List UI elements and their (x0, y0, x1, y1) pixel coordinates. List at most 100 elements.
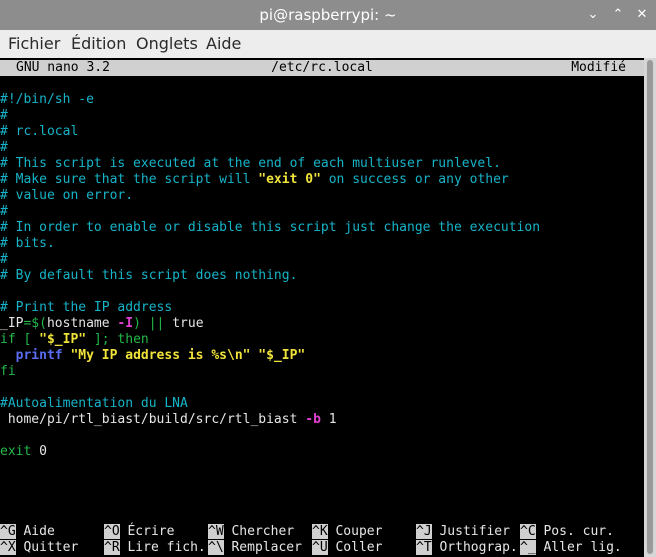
nano-header: GNU nano 3.2 /etc/rc.local Modifié (0, 60, 644, 76)
shortcut-item: ^U Coller (312, 540, 382, 556)
shortcut-item: ^X Quitter (0, 540, 78, 556)
code-token: _IP (0, 316, 24, 331)
code-token: true (172, 316, 204, 331)
nano-status: Modifié (571, 60, 626, 75)
text-cursor: / (0, 412, 8, 427)
code-token: then (117, 332, 149, 347)
code-token: ]; (86, 332, 118, 347)
code-token: home/pi/rtl_biast/build/src/rtl_biast (7, 412, 306, 427)
code-line: #!/bin/sh -e (0, 92, 94, 108)
shortcut-label: Orthograp. (431, 540, 518, 555)
shortcut-item: ^R Lire fich. (104, 540, 206, 556)
code-token: # By default this script does nothing. (0, 268, 298, 283)
code-token: fi (0, 364, 16, 379)
shortcut-key: ^C (520, 524, 536, 539)
code-token: printf (15, 348, 63, 363)
code-token: -b (305, 412, 321, 427)
menu-onglets[interactable]: Onglets (136, 30, 198, 58)
code-token: "$_IP" (39, 332, 87, 347)
code-line: # (0, 140, 8, 156)
shortcut-item: ^C Pos. cur. (520, 524, 614, 540)
shortcut-label: Écrire (119, 524, 175, 539)
code-token: 0 (31, 444, 47, 459)
code-token: "My IP address is %s\n" (70, 348, 251, 363)
shortcut-label: Coller (327, 540, 383, 555)
shortcut-item: ^K Couper (312, 524, 382, 540)
shortcut-key: ^O (104, 524, 120, 539)
nano-filename: /etc/rc.local (271, 60, 373, 75)
title-bar[interactable]: pi@raspberrypi: ~ ⌄ ⌃ ✕ (0, 0, 656, 30)
shortcut-key: ^G (0, 524, 16, 539)
shortcut-key: ^W (208, 524, 224, 539)
shortcut-key: ^\ (208, 540, 224, 555)
code-token: || (140, 316, 173, 331)
shortcut-key: ^J (416, 524, 432, 539)
menu-fichier[interactable]: Fichier (8, 30, 60, 58)
code-line: _IP=$(hostname -I) || true (0, 316, 204, 332)
code-token: 1 (320, 412, 337, 427)
shortcut-label: Chercher (223, 524, 295, 539)
code-token: [ (15, 332, 40, 347)
terminal-area[interactable]: GNU nano 3.2 /etc/rc.local Modifié #!/bi… (0, 58, 644, 557)
shortcut-item: ^T Orthograp. (416, 540, 518, 556)
shortcut-key: ^R (104, 540, 120, 555)
code-line: fi (0, 364, 16, 380)
code-token: on success or any other (320, 172, 509, 187)
code-line: printf "My IP address is %s\n" "$_IP" (0, 348, 306, 364)
code-token: # (0, 108, 8, 123)
code-line: # This script is executed at the end of … (0, 156, 501, 172)
shortcut-item: ^_ Aller lig. (520, 540, 622, 556)
code-line: if [ "$_IP" ]; then (0, 332, 149, 348)
code-line: # Print the IP address (0, 300, 172, 316)
code-token: # (0, 140, 8, 155)
menu-edition[interactable]: Édition (71, 30, 126, 58)
shortcut-item: ^\ Remplacer (208, 540, 302, 556)
code-token: # rc.local (0, 124, 79, 139)
terminal-window: pi@raspberrypi: ~ ⌄ ⌃ ✕ Fichier Édition … (0, 0, 656, 557)
shortcut-key: ^U (312, 540, 328, 555)
shortcut-label: Aide (15, 524, 55, 539)
code-line: # By default this script does nothing. (0, 268, 297, 284)
shortcut-label: Remplacer (223, 540, 302, 555)
shortcut-item: ^O Écrire (104, 524, 174, 540)
scrollbar-thumb[interactable] (647, 60, 653, 554)
code-line: # (0, 108, 8, 124)
shortcut-key: ^X (0, 540, 16, 555)
code-line: # (0, 204, 8, 220)
code-token: hostname (46, 316, 118, 331)
close-icon[interactable]: ✕ (634, 7, 650, 23)
code-line: #Autoalimentation du LNA (0, 396, 188, 412)
maximize-icon[interactable]: ⌃ (610, 7, 626, 23)
code-token: # bits. (0, 236, 55, 251)
code-token: #!/bin/sh -e (0, 92, 94, 107)
code-token: "exit 0" (258, 172, 321, 187)
shortcut-key: ^K (312, 524, 328, 539)
shortcut-label: Pos. cur. (535, 524, 614, 539)
code-line: # (0, 252, 8, 268)
minimize-icon[interactable]: ⌄ (585, 7, 601, 23)
window-title: pi@raspberrypi: ~ (259, 6, 397, 24)
shortcut-label: Quitter (15, 540, 79, 555)
code-token: # value on error. (0, 188, 134, 203)
code-token: # Print the IP address (0, 300, 173, 315)
code-token: -I (117, 316, 134, 331)
code-line: exit 0 (0, 444, 47, 460)
menu-aide[interactable]: Aide (206, 30, 241, 58)
shortcut-item: ^G Aide (0, 524, 55, 540)
shortcut-key: ^T (416, 540, 432, 555)
code-token: # In order to enable or disable this scr… (0, 220, 541, 235)
scrollbar[interactable] (644, 58, 656, 557)
shortcut-label: Justifier (431, 524, 510, 539)
code-token: # Make sure that the script will (0, 172, 259, 187)
code-token: # (0, 252, 8, 267)
code-token: =$( (23, 316, 47, 331)
code-token: ) (133, 316, 141, 331)
code-token: exit (0, 444, 32, 459)
code-token: "$_IP" (258, 348, 306, 363)
code-line: /home/pi/rtl_biast/build/src/rtl_biast -… (0, 412, 337, 428)
code-token: if (0, 332, 16, 347)
code-token: #Autoalimentation du LNA (0, 396, 188, 411)
code-token: # This script is executed at the end of … (0, 156, 501, 171)
shortcut-key: ^_ (520, 540, 536, 555)
